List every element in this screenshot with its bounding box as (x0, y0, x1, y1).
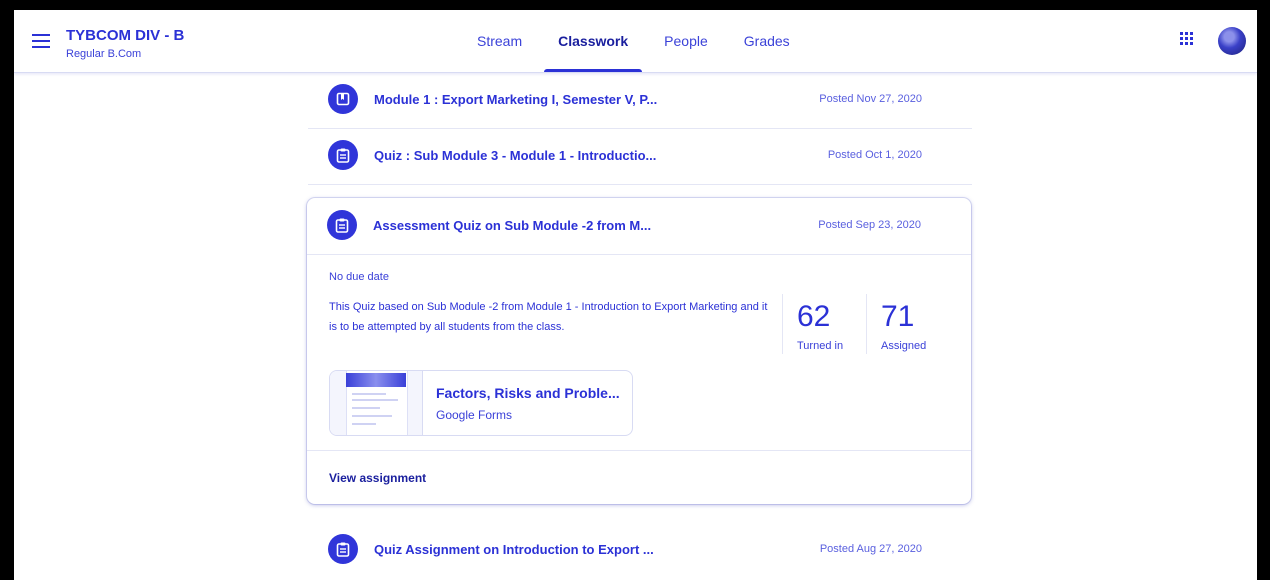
assignment-icon (327, 210, 357, 240)
turned-in-count: 62 (797, 300, 831, 333)
item-title: Quiz : Sub Module 3 - Module 1 - Introdu… (374, 148, 657, 163)
item-date: Posted Sep 23, 2020 (818, 219, 921, 231)
assigned-label: Assigned (881, 340, 927, 352)
assigned-count: 71 (881, 300, 915, 333)
attachment-title: Factors, Risks and Proble... (436, 385, 620, 401)
item-date: Posted Nov 27, 2020 (819, 93, 922, 105)
assignment-description: This Quiz based on Sub Module -2 from Mo… (329, 301, 768, 333)
classwork-item[interactable]: Quiz : Sub Module 3 - Module 1 - Introdu… (308, 128, 972, 185)
expanded-assignment-card: Assessment Quiz on Sub Module -2 from M.… (307, 198, 971, 504)
class-title[interactable]: TYBCOM DIV - B (66, 27, 184, 44)
item-title: Quiz Assignment on Introduction to Expor… (374, 542, 654, 557)
form-attachment[interactable]: Factors, Risks and Proble... Google Form… (329, 370, 633, 436)
tab-bar: Stream Classwork People Grades (459, 10, 808, 72)
assignment-icon (328, 534, 358, 564)
item-title: Module 1 : Export Marketing I, Semester … (374, 92, 658, 107)
card-header[interactable]: Assessment Quiz on Sub Module -2 from M.… (307, 198, 971, 255)
turned-in-stat[interactable]: 62 Turned in (782, 294, 867, 354)
tab-grades[interactable]: Grades (726, 10, 808, 72)
material-icon (328, 84, 358, 114)
hamburger-menu-icon[interactable] (32, 34, 50, 48)
tab-stream[interactable]: Stream (459, 10, 540, 72)
divider (307, 450, 971, 451)
turned-in-label: Turned in (797, 340, 844, 352)
google-apps-icon[interactable] (1180, 32, 1194, 46)
assignment-icon (328, 140, 358, 170)
classwork-item[interactable]: Quiz Assignment on Introduction to Expor… (308, 522, 972, 578)
account-avatar[interactable] (1218, 27, 1246, 55)
form-thumbnail (330, 371, 423, 435)
attachment-type: Google Forms (436, 408, 513, 422)
due-date: No due date (329, 271, 389, 283)
tab-classwork[interactable]: Classwork (540, 10, 646, 72)
class-section: Regular B.Com (66, 48, 142, 60)
tab-people[interactable]: People (646, 10, 726, 72)
item-date: Posted Aug 27, 2020 (819, 543, 922, 555)
top-app-bar: TYBCOM DIV - B Regular B.Com Stream Clas… (14, 10, 1257, 73)
item-date: Posted Oct 1, 2020 (827, 149, 922, 161)
item-title: Assessment Quiz on Sub Module -2 from M.… (373, 218, 652, 233)
view-assignment-link[interactable]: View assignment (329, 471, 426, 485)
classroom-window: TYBCOM DIV - B Regular B.Com Stream Clas… (14, 10, 1257, 580)
assigned-stat[interactable]: 71 Assigned (866, 294, 951, 354)
classwork-item[interactable]: Module 1 : Export Marketing I, Semester … (308, 72, 972, 129)
